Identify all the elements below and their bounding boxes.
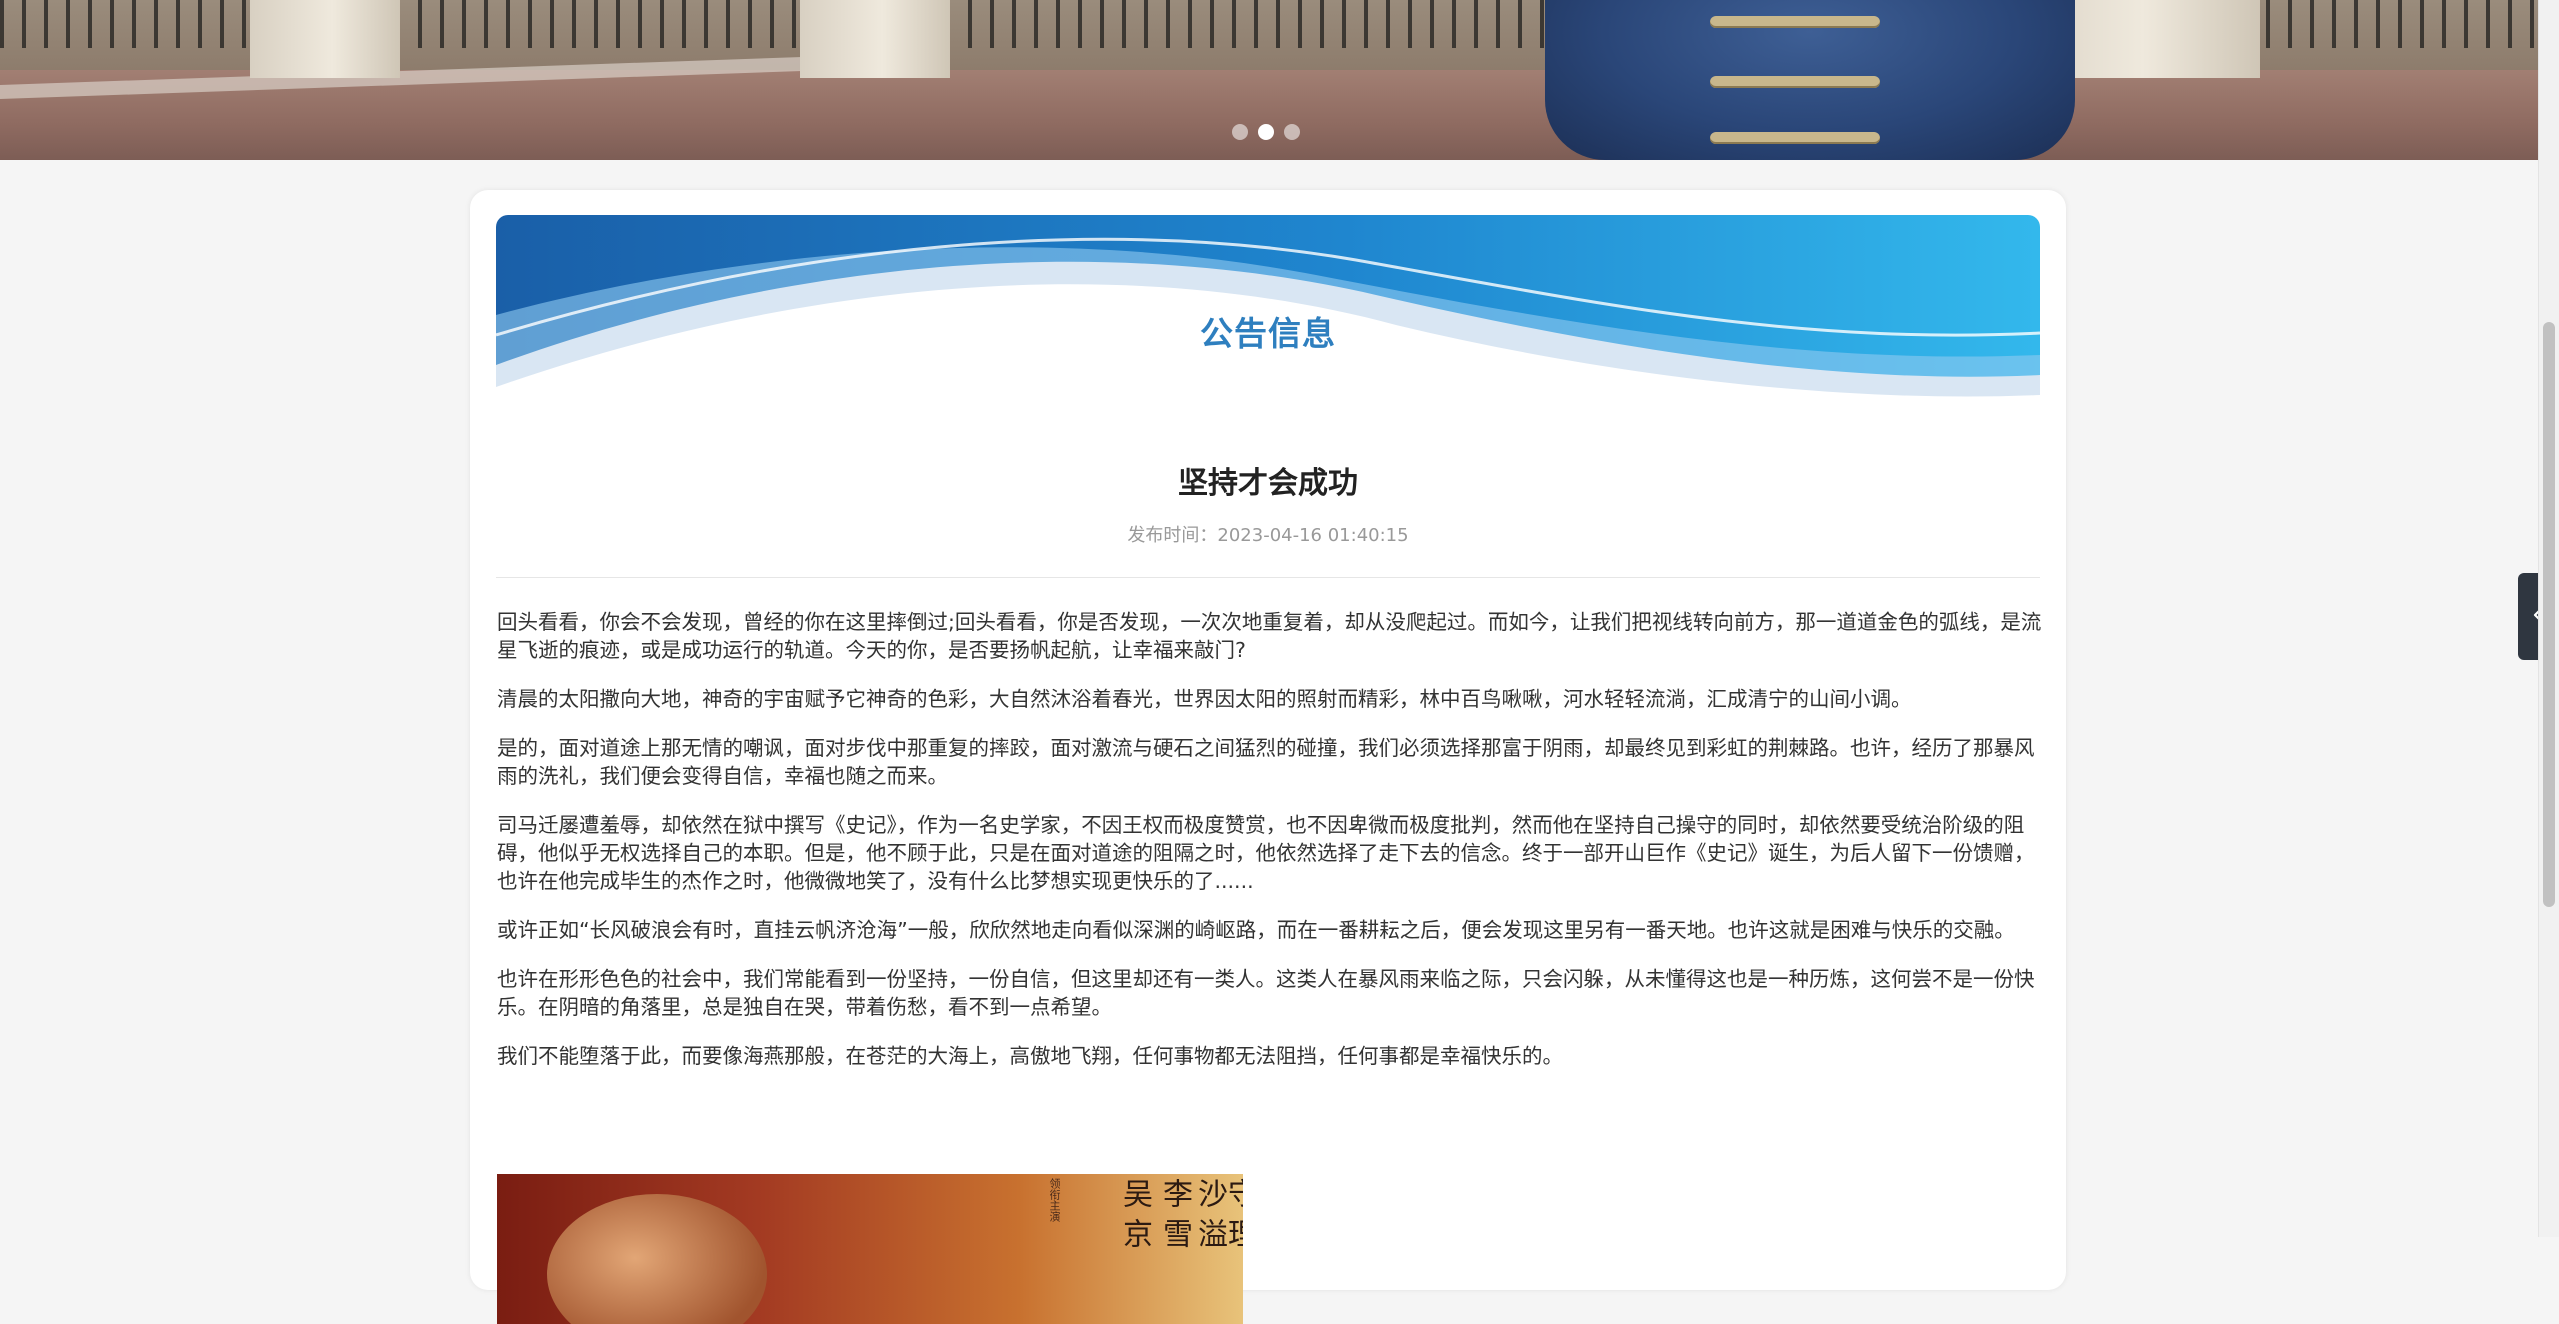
article-paragraph: 我们不能堕落于此，而要像海燕那般，在苍茫的大海上，高傲地飞翔，任何事物都无法阻挡… (497, 1044, 1563, 1068)
notice-card: 公告信息 坚持才会成功 发布时间：2023-04-16 01:40:15 回头看… (470, 190, 2066, 1324)
article-paragraph: 是的，面对道途上那无情的嘲讽，面对步伐中那重复的摔跤，面对激流与硬石之间猛烈的碰… (497, 736, 2035, 788)
poster-calligraphy: 京 (1117, 1218, 1152, 1248)
poster-small-text: 领衔主演 (1048, 1178, 1061, 1222)
article-paragraph: 或许正如“长风破浪会有时，直挂云帆济沧海”一般，欣欣然地走向看似深渊的崎岖路，而… (497, 918, 2015, 942)
carousel-dot[interactable] (1284, 124, 1300, 140)
article-title: 坚持才会成功 (1178, 466, 1358, 501)
article-image: 领衔主演 吴 京 李 雪 沙 溢 守 理 (497, 1174, 1243, 1324)
carousel-dot[interactable] (1258, 124, 1274, 140)
hero-button-knot (1710, 76, 1880, 88)
poster-calligraphy: 理 (1222, 1218, 1243, 1248)
hero-button-knot (1710, 16, 1880, 28)
poster-calligraphy: 李 (1157, 1178, 1192, 1208)
poster-calligraphy: 沙 (1192, 1178, 1227, 1208)
poster-calligraphy: 溢 (1192, 1218, 1227, 1248)
banner-title: 公告信息 (1200, 314, 1336, 353)
publish-time: 发布时间：2023-04-16 01:40:15 (1127, 525, 1409, 546)
hero-button-knot (1710, 132, 1880, 144)
article-paragraph: 清晨的太阳撒向大地，神奇的宇宙赋予它神奇的色彩，大自然沐浴着春光，世界因太阳的照… (497, 687, 1912, 711)
poster-portrait (547, 1194, 767, 1324)
hero-carousel[interactable] (0, 0, 2538, 160)
hero-pillar (800, 0, 950, 78)
poster-calligraphy: 守 (1222, 1178, 1243, 1208)
article-content: 回头看看，你会不会发现，曾经的你在这里摔倒过;回头看看，你是否发现，一次次地重复… (497, 608, 2042, 1091)
hero-pillar (250, 0, 400, 78)
article-paragraph: 回头看看，你会不会发现，曾经的你在这里摔倒过;回头看看，你是否发现，一次次地重复… (497, 610, 2042, 662)
divider (496, 577, 2040, 578)
carousel-indicators (1232, 124, 1300, 140)
page-scrollbar[interactable] (2538, 0, 2559, 1237)
carousel-dot[interactable] (1232, 124, 1248, 140)
article-paragraph: 也许在形形色色的社会中，我们常能看到一份坚持，一份自信，但这里却还有一类人。这类… (497, 967, 2035, 1019)
article-paragraph: 司马迁屡遭羞辱，却依然在狱中撰写《史记》，作为一名史学家，不因王权而极度赞赏，也… (497, 813, 2035, 893)
poster-calligraphy: 雪 (1157, 1218, 1192, 1248)
poster-calligraphy: 吴 (1117, 1178, 1152, 1208)
scrollbar-thumb[interactable] (2543, 322, 2555, 907)
notice-banner: 公告信息 (496, 215, 2040, 410)
